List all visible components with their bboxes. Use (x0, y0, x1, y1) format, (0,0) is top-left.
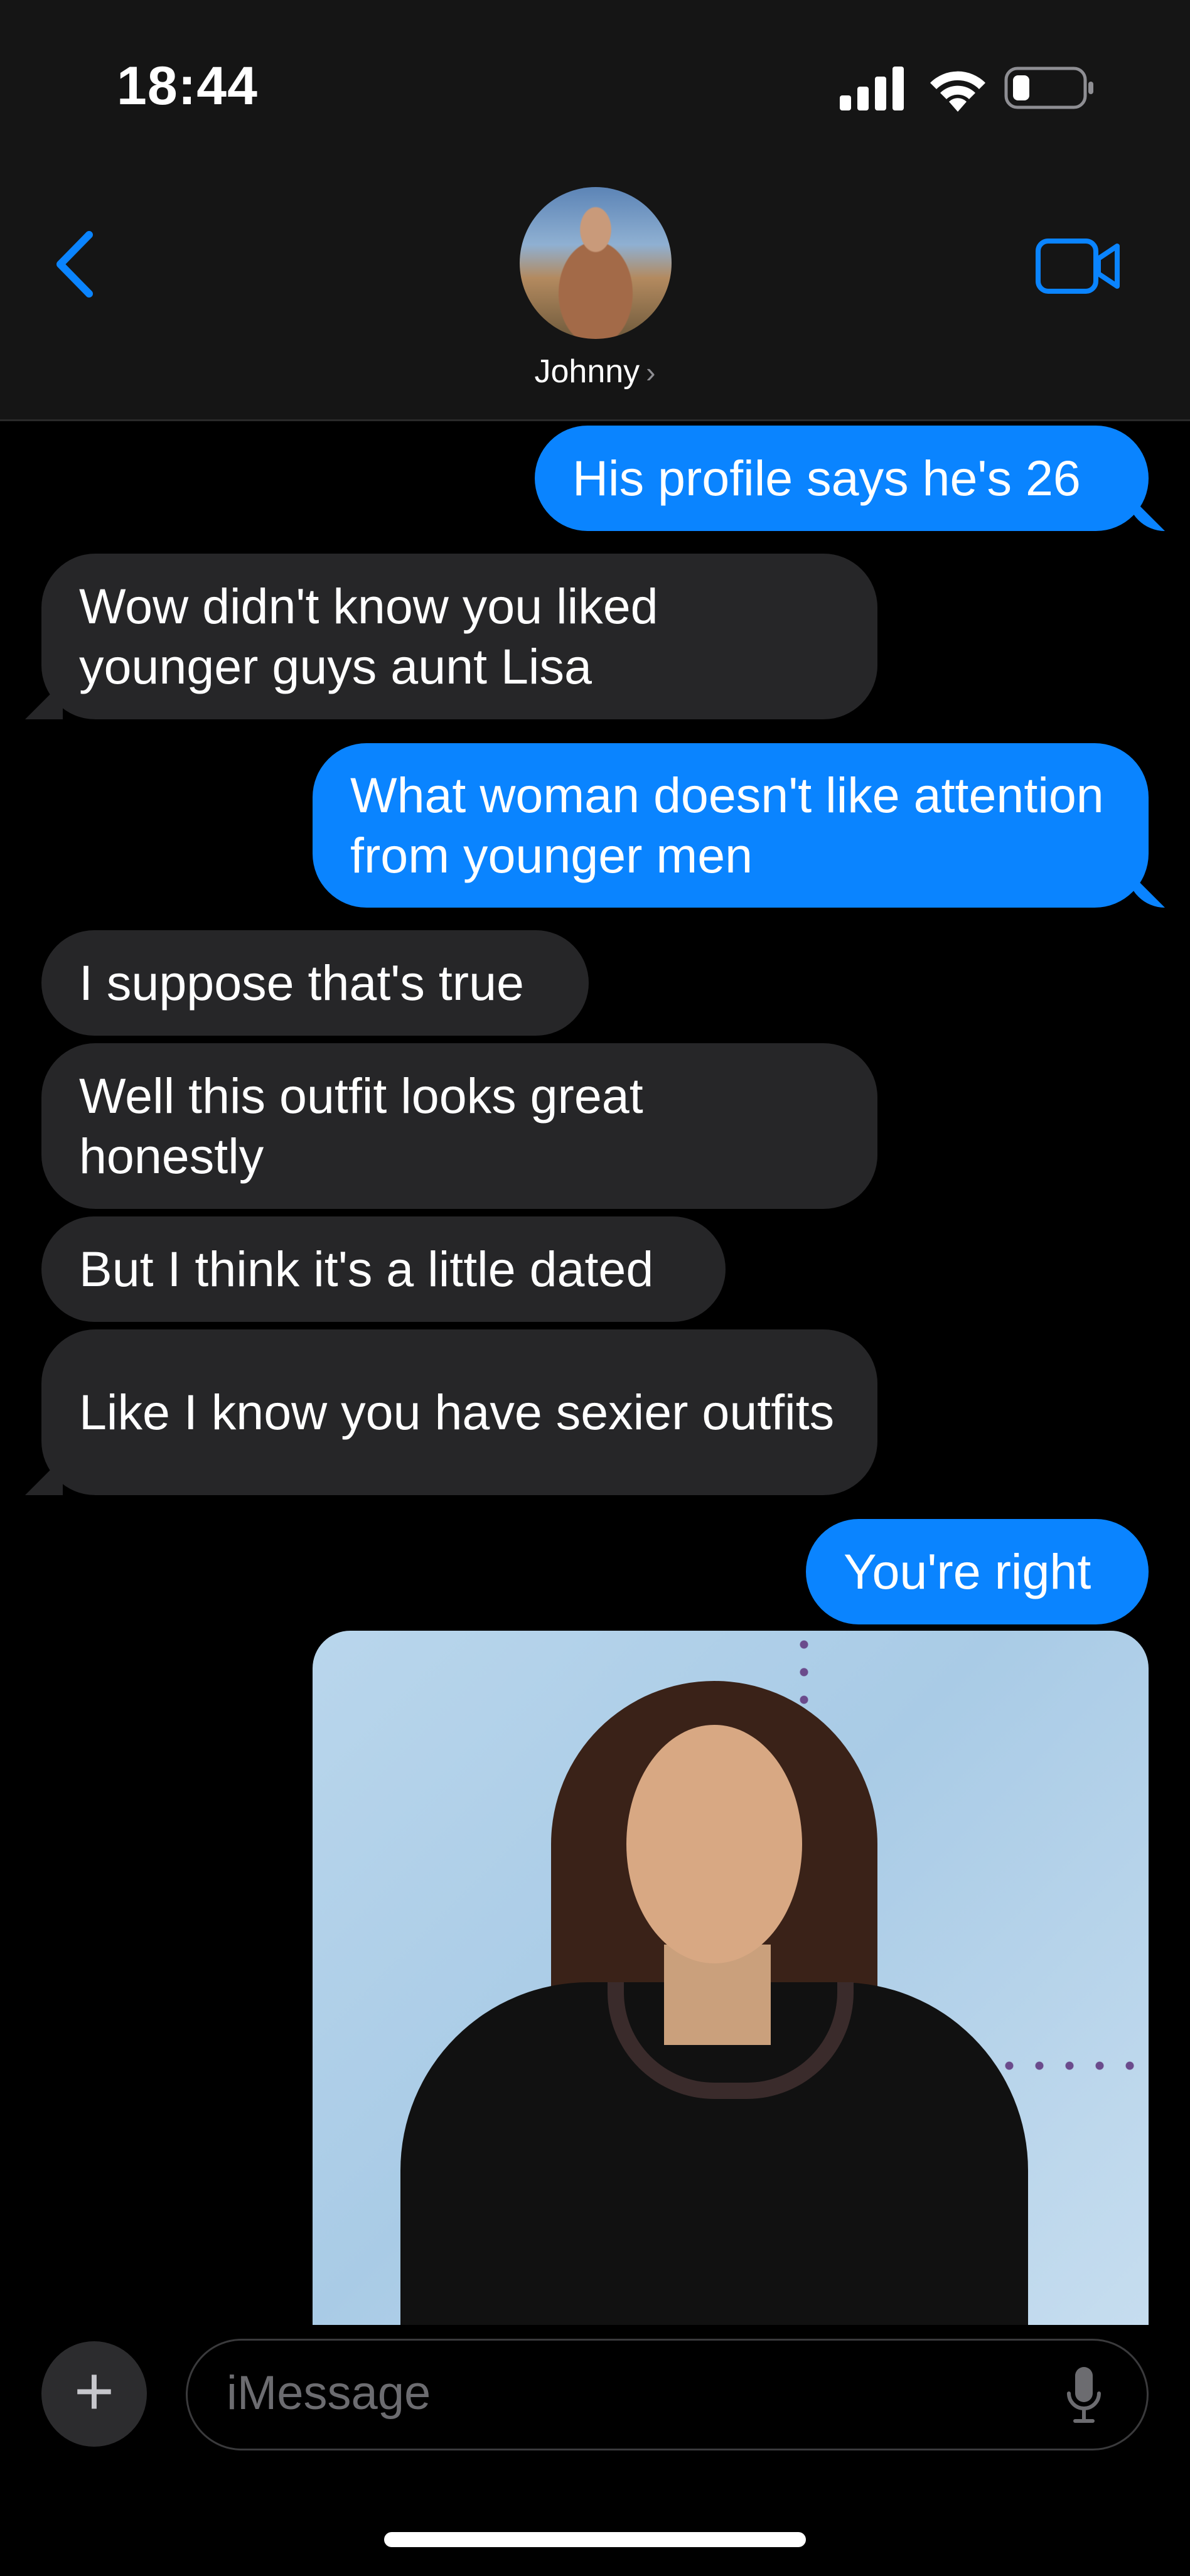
message-text: I suppose that's true (79, 955, 524, 1011)
message-bubble-outgoing[interactable]: His profile says he's 26 (535, 426, 1149, 531)
message-input-placeholder: iMessage (227, 2366, 431, 2420)
message-text: What woman doesn't like attention from y… (350, 767, 1104, 883)
message-text: But I think it's a little dated (79, 1241, 654, 1297)
back-chevron-icon[interactable] (50, 230, 100, 299)
plus-icon: + (73, 2353, 115, 2430)
message-input[interactable]: iMessage (186, 2339, 1149, 2450)
message-bubble-outgoing[interactable]: You're right (806, 1519, 1149, 1624)
message-bubble-incoming[interactable]: Wow didn't know you liked younger guys a… (41, 554, 877, 719)
contact-name-label: Johnny (534, 353, 640, 390)
message-text: Like I know you have sexier outfits (79, 1384, 835, 1440)
message-text: His profile says he's 26 (572, 450, 1081, 506)
cellular-signal-icon (840, 67, 904, 110)
message-bubble-incoming[interactable]: Like I know you have sexier outfits (41, 1329, 877, 1495)
message-text: Wow didn't know you liked younger guys a… (79, 578, 658, 694)
wifi-icon (930, 71, 985, 112)
message-text: Well this outfit looks great honestly (79, 1068, 643, 1184)
status-time: 18:44 (117, 56, 258, 116)
contact-avatar[interactable] (520, 187, 672, 339)
contact-name-button[interactable]: Johnny › (0, 353, 1190, 390)
message-bubble-incoming[interactable]: I suppose that's true (41, 930, 589, 1036)
message-bubble-incoming[interactable]: Well this outfit looks great honestly (41, 1043, 877, 1209)
message-bubble-outgoing[interactable]: What woman doesn't like attention from y… (313, 743, 1149, 908)
home-indicator (384, 2532, 806, 2547)
add-attachment-button[interactable]: + (41, 2341, 147, 2447)
video-call-icon[interactable] (1036, 237, 1121, 295)
battery-icon (1004, 67, 1093, 109)
message-text: You're right (844, 1543, 1091, 1599)
microphone-icon[interactable] (1065, 2366, 1103, 2426)
conversation-header: 18:44 Johnny › (0, 0, 1190, 421)
chevron-right-icon: › (646, 356, 656, 389)
photo-face (626, 1725, 802, 1963)
message-bubble-incoming[interactable]: But I think it's a little dated (41, 1216, 726, 1322)
photo-attachment[interactable] (313, 1631, 1149, 2325)
